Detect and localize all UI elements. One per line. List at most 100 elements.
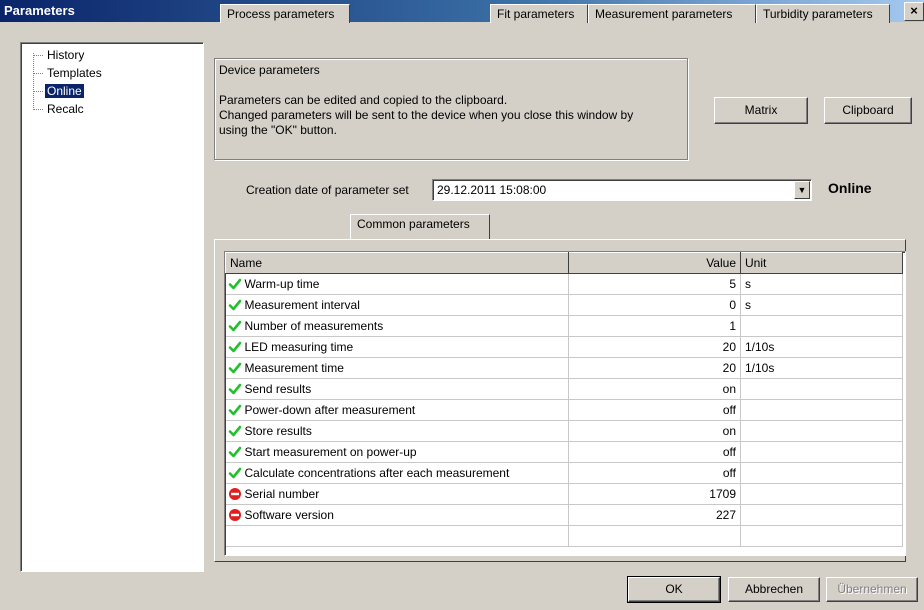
info-line-3: using the "OK" button. — [219, 123, 337, 137]
check-icon — [228, 466, 242, 480]
table-row[interactable]: Calculate concentrations after each meas… — [225, 462, 903, 484]
param-value[interactable]: off — [568, 441, 741, 463]
tree-item-online[interactable]: Online — [33, 83, 85, 99]
table-row[interactable]: LED measuring time 20 1/10s — [225, 336, 903, 358]
apply-button[interactable]: Übernehmen — [826, 577, 918, 602]
info-line-1: Parameters can be edited and copied to t… — [219, 93, 508, 107]
table-row[interactable]: Measurement interval 0 s — [225, 294, 903, 316]
param-unit: 1/10s — [740, 357, 903, 379]
table-row[interactable]: Serial number 1709 — [225, 483, 903, 505]
empty-row — [225, 525, 903, 547]
param-name-cell[interactable]: Calculate concentrations after each meas… — [225, 462, 569, 484]
table-row[interactable]: Software version 227 — [225, 504, 903, 526]
param-value[interactable]: off — [568, 399, 741, 421]
param-unit — [740, 504, 903, 526]
grid-header-row: Name Value Unit — [225, 252, 903, 274]
close-button[interactable]: × — [904, 2, 924, 21]
param-name-cell[interactable]: Start measurement on power-up — [225, 441, 569, 463]
empty-cell — [568, 525, 741, 547]
cancel-button[interactable]: Abbrechen — [728, 577, 820, 602]
table-row[interactable]: Power-down after measurement off — [225, 399, 903, 421]
connection-status: Online — [828, 180, 872, 196]
param-value[interactable]: 0 — [568, 294, 741, 316]
param-value[interactable]: on — [568, 378, 741, 400]
window-title: Parameters — [4, 3, 75, 18]
tab-fit-parameters[interactable]: Fit parameters — [490, 4, 588, 23]
tab-process-parameters[interactable]: Process parameters — [220, 4, 350, 23]
check-icon — [228, 445, 242, 459]
tree-item-recalc[interactable]: Recalc — [33, 101, 86, 117]
param-name-cell[interactable]: Send results — [225, 378, 569, 400]
param-unit: s — [740, 273, 903, 295]
param-name: Start measurement on power-up — [244, 444, 417, 459]
check-icon — [228, 319, 242, 333]
param-name: Warm-up time — [244, 276, 320, 291]
chevron-down-icon[interactable]: ▼ — [794, 181, 810, 199]
param-name-cell[interactable]: LED measuring time — [225, 336, 569, 358]
table-row[interactable]: Number of measurements 1 — [225, 315, 903, 337]
check-icon — [228, 382, 242, 396]
param-name-cell[interactable]: Measurement interval — [225, 294, 569, 316]
column-header-name[interactable]: Name — [225, 252, 569, 274]
param-name: Software version — [244, 507, 334, 522]
tree-connector — [33, 73, 43, 74]
tree-connector — [33, 109, 43, 110]
param-name: Send results — [244, 381, 312, 396]
param-value[interactable]: 20 — [568, 357, 741, 379]
param-value[interactable]: 227 — [568, 504, 741, 526]
param-unit — [740, 399, 903, 421]
table-row[interactable]: Send results on — [225, 378, 903, 400]
param-unit — [740, 441, 903, 463]
tab-measurement-parameters[interactable]: Measurement parameters — [588, 4, 756, 23]
column-header-value[interactable]: Value — [568, 252, 741, 274]
param-name-cell[interactable]: Serial number — [225, 483, 569, 505]
param-value[interactable]: 20 — [568, 336, 741, 358]
check-icon — [228, 277, 242, 291]
tree-item-label: Templates — [47, 66, 102, 80]
param-name-cell[interactable]: Power-down after measurement — [225, 399, 569, 421]
table-row[interactable]: Warm-up time 5 s — [225, 273, 903, 295]
tab-turbidity-parameters[interactable]: Turbidity parameters — [756, 4, 890, 23]
info-line-2: Changed parameters will be sent to the d… — [219, 108, 634, 122]
tree-item-templates[interactable]: Templates — [33, 65, 104, 81]
tab-common-parameters[interactable]: Common parameters — [350, 214, 490, 239]
param-unit — [740, 483, 903, 505]
creation-date-value: 29.12.2011 15:08:00 — [437, 183, 547, 197]
param-value[interactable]: off — [568, 462, 741, 484]
param-name: Measurement interval — [244, 297, 360, 312]
param-name-cell[interactable]: Store results — [225, 420, 569, 442]
column-header-unit[interactable]: Unit — [740, 252, 903, 274]
param-unit: s — [740, 294, 903, 316]
check-icon — [228, 424, 242, 438]
param-name-cell[interactable]: Warm-up time — [225, 273, 569, 295]
param-name-cell[interactable]: Software version — [225, 504, 569, 526]
table-row[interactable]: Measurement time 20 1/10s — [225, 357, 903, 379]
param-unit — [740, 378, 903, 400]
check-icon — [228, 298, 242, 312]
tree-item-label: History — [47, 48, 85, 62]
param-value[interactable]: on — [568, 420, 741, 442]
check-icon — [228, 340, 242, 354]
creation-date-select[interactable]: 29.12.2011 15:08:00 ▼ — [432, 179, 812, 201]
empty-cell — [740, 525, 903, 547]
param-name-cell[interactable]: Number of measurements — [225, 315, 569, 337]
matrix-button[interactable]: Matrix — [714, 97, 808, 124]
param-value[interactable]: 5 — [568, 273, 741, 295]
table-row[interactable]: Store results on — [225, 420, 903, 442]
param-value[interactable]: 1 — [568, 315, 741, 337]
param-value[interactable]: 1709 — [568, 483, 741, 505]
tree-item-history[interactable]: History — [33, 47, 86, 63]
tree-item-label: Recalc — [47, 102, 84, 116]
clipboard-button[interactable]: Clipboard — [824, 97, 912, 124]
ok-button[interactable]: OK — [627, 576, 721, 603]
parameter-grid[interactable]: Name Value Unit Warm-up time 5 s Measuremen… — [224, 251, 906, 556]
param-name-cell[interactable]: Measurement time — [225, 357, 569, 379]
param-name: Measurement time — [244, 360, 344, 375]
table-row[interactable]: Start measurement on power-up off — [225, 441, 903, 463]
navigation-tree[interactable]: History Templates Online Recalc — [20, 42, 204, 572]
check-icon — [228, 403, 242, 417]
no-entry-icon — [228, 487, 242, 501]
tree-connector — [33, 91, 43, 92]
param-unit — [740, 462, 903, 484]
